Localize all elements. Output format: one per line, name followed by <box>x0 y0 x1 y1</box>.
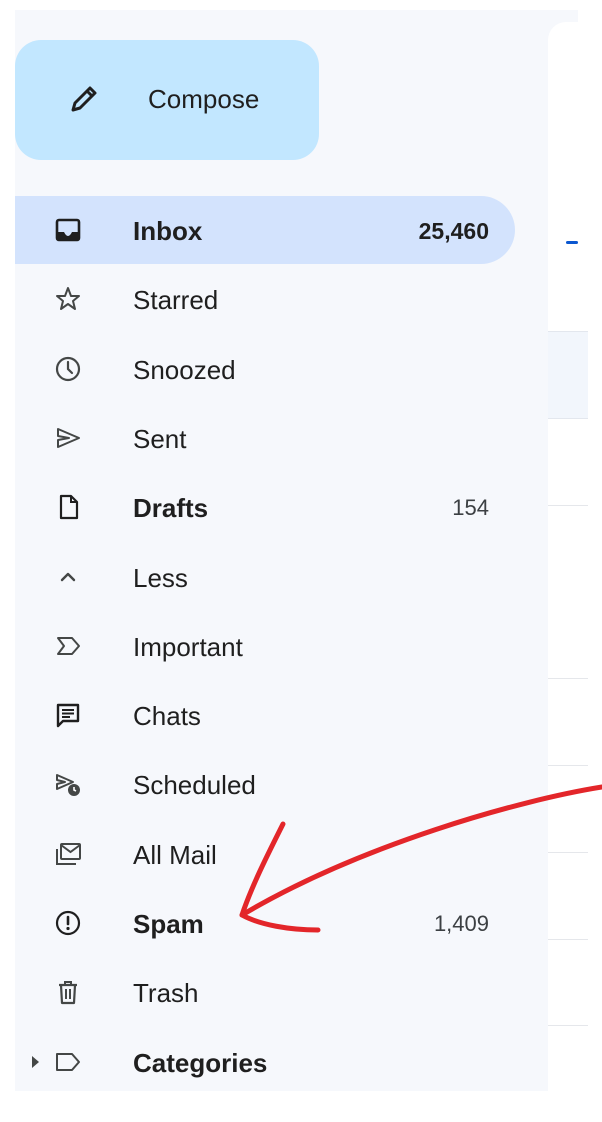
compose-label: Compose <box>148 84 260 114</box>
clock-icon <box>52 353 84 385</box>
unread-count: 1,409 <box>433 911 489 936</box>
sidebar-item-chats[interactable]: Chats <box>15 681 515 749</box>
chevron-up-icon <box>52 561 84 593</box>
sidebar-item-label: Scheduled <box>133 770 256 800</box>
main-row-divider <box>548 939 588 940</box>
sidebar-item-label: All Mail <box>133 840 217 870</box>
main-email-row-selected[interactable] <box>548 331 588 419</box>
sidebar-item-starred[interactable]: Starred <box>15 265 515 333</box>
main-row-divider <box>548 678 588 679</box>
main-row-divider <box>548 505 588 506</box>
label-icon <box>52 1046 84 1078</box>
star-icon <box>52 283 84 315</box>
sidebar-item-less[interactable]: Less <box>15 543 515 611</box>
pencil-icon <box>68 83 100 115</box>
sidebar-item-label: Important <box>133 632 243 662</box>
scheduled-icon <box>52 768 84 800</box>
unread-count: 154 <box>452 495 489 520</box>
sidebar-item-drafts[interactable]: Drafts 154 <box>15 473 515 541</box>
inbox-icon <box>52 214 84 246</box>
main-row-divider <box>548 765 588 766</box>
sidebar-item-label: Categories <box>133 1048 268 1078</box>
expand-arrow-icon[interactable] <box>32 1056 39 1068</box>
main-row-divider <box>548 852 588 853</box>
trash-icon <box>52 976 84 1008</box>
sidebar-item-spam[interactable]: Spam 1,409 <box>15 889 515 957</box>
sidebar-item-trash[interactable]: Trash <box>15 958 515 1026</box>
sidebar-item-important[interactable]: Important <box>15 612 515 680</box>
sidebar-item-label: Starred <box>133 285 219 315</box>
chat-icon <box>52 699 84 731</box>
sidebar-item-snoozed[interactable]: Snoozed <box>15 335 515 403</box>
sidebar-item-categories[interactable]: Categories <box>15 1028 515 1096</box>
unread-count: 25,460 <box>418 218 489 244</box>
send-icon <box>52 422 84 454</box>
sidebar-item-inbox[interactable]: Inbox 25,460 <box>15 196 515 264</box>
compose-button[interactable]: Compose <box>15 40 319 160</box>
sidebar-item-label: Chats <box>133 701 201 731</box>
main-panel <box>548 22 602 1122</box>
sidebar-item-label: Spam <box>133 909 204 939</box>
main-tab-indicator <box>566 241 578 244</box>
spam-icon <box>52 907 84 939</box>
sidebar-item-label: Inbox <box>133 216 203 246</box>
main-row-divider <box>548 1025 588 1026</box>
sidebar-item-scheduled[interactable]: Scheduled <box>15 750 515 818</box>
important-icon <box>52 630 84 662</box>
sidebar-item-label: Less <box>133 563 188 593</box>
sidebar-item-label: Drafts <box>133 493 209 523</box>
sidebar-item-sent[interactable]: Sent <box>15 404 515 472</box>
sidebar-item-label: Trash <box>133 978 199 1008</box>
sidebar-item-label: Sent <box>133 424 187 454</box>
sidebar-item-all-mail[interactable]: All Mail <box>15 820 515 888</box>
all-mail-icon <box>52 838 84 870</box>
draft-icon <box>52 491 84 523</box>
sidebar-item-label: Snoozed <box>133 355 236 385</box>
